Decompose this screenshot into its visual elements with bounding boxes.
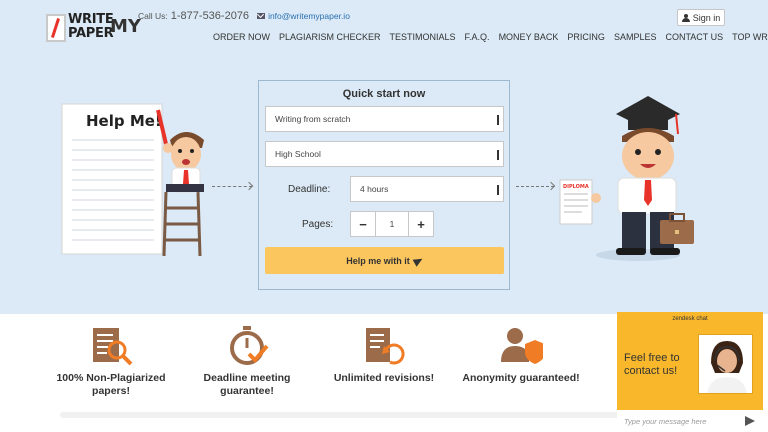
plagiarism-check-icon bbox=[93, 328, 133, 366]
nav-pricing[interactable]: PRICING bbox=[567, 32, 605, 42]
help-me-sign: Help Me! bbox=[86, 112, 162, 130]
deadline-value: 4 hours bbox=[360, 184, 389, 194]
diploma-label: DIPLOMA bbox=[563, 184, 589, 190]
nav-plagiarism-checker[interactable]: PLAGIARISM CHECKER bbox=[279, 32, 381, 42]
feature-text: Anonymity guaranteed! bbox=[462, 372, 580, 384]
support-agent-icon bbox=[699, 335, 752, 393]
pages-stepper: − 1 + bbox=[350, 211, 434, 237]
nav-faq[interactable]: F.A.Q. bbox=[465, 32, 490, 42]
quick-start-form: Quick start now Writing from scratch Hig… bbox=[258, 80, 510, 290]
contact-info: Call Us: 1-877-536-2076 info@writemypape… bbox=[138, 10, 350, 22]
deadline-label: Deadline: bbox=[288, 184, 331, 195]
logo-text-write: WRITE bbox=[68, 12, 114, 27]
logo-text-my: MY bbox=[110, 16, 141, 37]
help-me-button[interactable]: Help me with it bbox=[265, 247, 504, 274]
features-shadow bbox=[60, 412, 620, 418]
paper-plane-icon bbox=[412, 254, 425, 267]
service-type-value: Writing from scratch bbox=[275, 114, 351, 124]
academic-level-select[interactable]: High School bbox=[265, 141, 504, 167]
academic-level-value: High School bbox=[275, 149, 321, 159]
user-icon bbox=[681, 13, 690, 22]
pages-increment-button[interactable]: + bbox=[408, 211, 434, 237]
help-me-button-label: Help me with it bbox=[346, 255, 410, 266]
nav-testimonials[interactable]: TESTIMONIALS bbox=[390, 32, 456, 42]
pages-label: Pages: bbox=[302, 219, 334, 230]
nav-contact-us[interactable]: CONTACT US bbox=[665, 32, 723, 42]
pencil-logo-icon bbox=[46, 14, 66, 42]
stopwatch-deadline-icon bbox=[230, 326, 269, 365]
email-link[interactable]: info@writemypaper.io bbox=[268, 11, 350, 21]
site-logo[interactable]: WRITE PAPER MY bbox=[46, 12, 141, 42]
sign-in-label: Sign in bbox=[692, 12, 721, 23]
select-caret-icon bbox=[497, 185, 500, 195]
call-label: Call Us: bbox=[138, 11, 168, 21]
envelope-icon bbox=[257, 13, 266, 19]
pages-input[interactable]: 1 bbox=[376, 211, 408, 237]
send-icon[interactable] bbox=[745, 416, 755, 426]
nav-money-back[interactable]: MONEY BACK bbox=[499, 32, 559, 42]
chat-greeting: Feel free to contact us! bbox=[624, 352, 680, 377]
logo-text-paper: PAPER bbox=[68, 26, 114, 41]
feature-text: 100% Non-Plagiarized papers! bbox=[56, 372, 166, 397]
arrow-left-head bbox=[244, 181, 254, 191]
pages-decrement-button[interactable]: − bbox=[350, 211, 376, 237]
student-help-illustration: Help Me! bbox=[61, 103, 204, 257]
chat-widget[interactable]: zendesk chat Feel free to contact us! Ty… bbox=[617, 312, 763, 432]
feature-text: Deadline meeting guarantee! bbox=[203, 372, 291, 397]
nav-samples[interactable]: SAMPLES bbox=[614, 32, 657, 42]
service-type-select[interactable]: Writing from scratch bbox=[265, 106, 504, 132]
nav-top-writers[interactable]: TOP WRITERS bbox=[732, 32, 768, 42]
chat-title: zendesk chat bbox=[672, 316, 708, 322]
phone-number[interactable]: 1-877-536-2076 bbox=[171, 10, 249, 22]
select-caret-icon bbox=[497, 150, 500, 160]
select-caret-icon bbox=[497, 115, 500, 125]
site-header: WRITE PAPER MY Call Us: 1-877-536-2076 i… bbox=[0, 0, 768, 70]
feature-text: Unlimited revisions! bbox=[333, 372, 435, 384]
sign-in-button[interactable]: Sign in bbox=[677, 9, 725, 26]
chat-message-input[interactable]: Type your message here bbox=[617, 410, 763, 432]
agent-avatar bbox=[698, 334, 753, 394]
main-nav: ORDER NOW PLAGIARISM CHECKER TESTIMONIAL… bbox=[213, 32, 768, 42]
anonymity-shield-icon bbox=[501, 328, 543, 364]
revision-document-icon bbox=[366, 328, 405, 365]
deadline-select[interactable]: 4 hours bbox=[350, 176, 504, 202]
nav-order-now[interactable]: ORDER NOW bbox=[213, 32, 270, 42]
quick-start-title: Quick start now bbox=[342, 88, 426, 100]
arrow-right-head bbox=[546, 181, 556, 191]
graduate-illustration: DIPLOMA bbox=[559, 96, 694, 261]
